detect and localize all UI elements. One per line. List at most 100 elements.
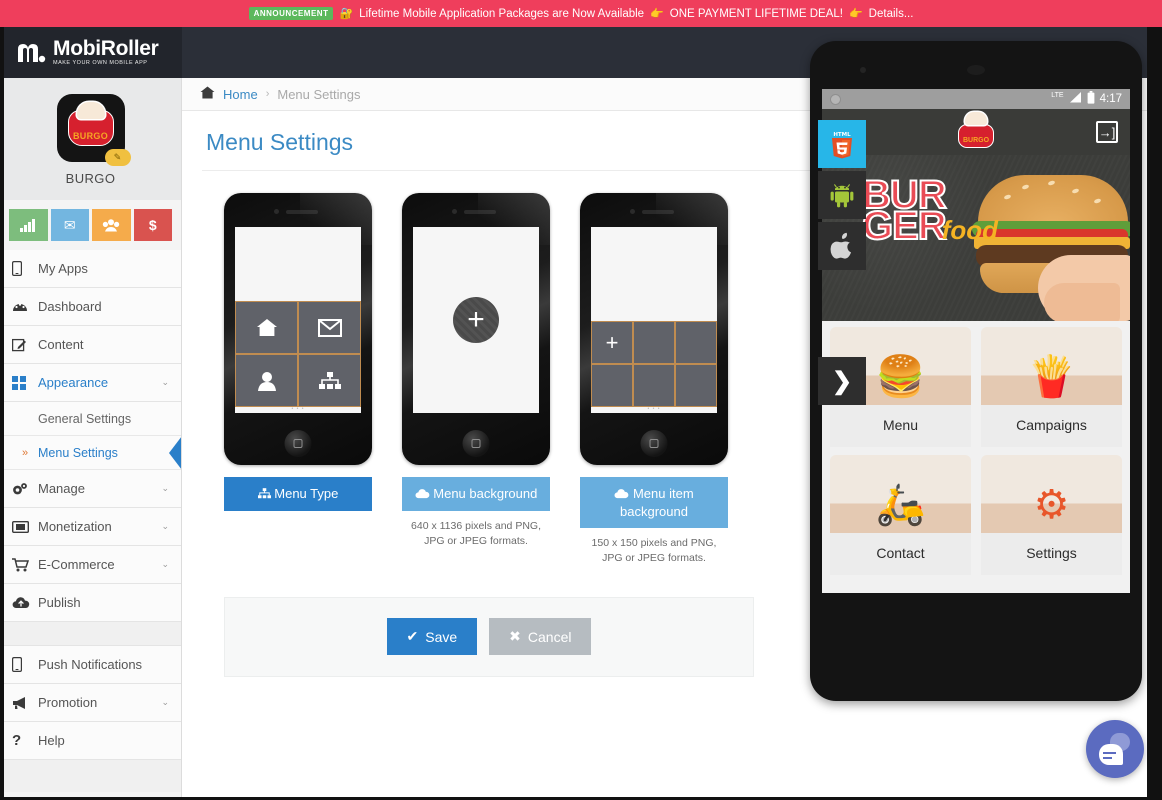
camera-icon <box>452 209 457 214</box>
menu-tile-campaigns[interactable]: 🍟 Campaigns <box>981 327 1122 447</box>
menu-tile-settings[interactable]: ⚙ Settings <box>981 455 1122 575</box>
svg-text:HTML: HTML <box>833 132 851 138</box>
pointing-hand-icon: 👉 <box>650 8 664 20</box>
announcement-badge: ANNOUNCEMENT <box>248 7 334 20</box>
menu-tile-contact[interactable]: 🛵 Contact <box>830 455 971 575</box>
cloud-icon <box>415 486 434 501</box>
home-button-icon <box>640 430 668 457</box>
menu-tile-image: 🍟 <box>981 327 1122 405</box>
sidebar-divider <box>0 622 181 646</box>
signal-icon <box>1069 92 1082 106</box>
announcement-bar[interactable]: ANNOUNCEMENT 🔐 Lifetime Mobile Applicati… <box>0 0 1162 27</box>
menu-type-button[interactable]: Menu Type <box>224 477 372 511</box>
phone-mockup: • • • <box>224 193 372 465</box>
sidebar-bottom-spacer <box>0 760 181 792</box>
breadcrumb-separator: › <box>265 88 270 100</box>
android-icon[interactable] <box>818 171 866 219</box>
chevron-down-icon: ⌄ <box>161 521 169 531</box>
apple-icon[interactable] <box>818 222 866 270</box>
chevron-down-icon: ⌄ <box>161 697 169 707</box>
sidebar-item-label: Promotion <box>38 695 98 710</box>
pagination-dots: • • • <box>647 406 661 412</box>
mobiroller-logo-icon <box>16 42 46 64</box>
menu-tile-label: Settings <box>1026 545 1077 561</box>
app-logo-word: BURGO <box>73 131 108 141</box>
sidebar-item-content[interactable]: Content <box>0 326 181 364</box>
sidebar-item-ecommerce[interactable]: E-Commerce ⌄ <box>0 546 181 584</box>
window-edge-right <box>1147 27 1162 800</box>
form-action-bar: ✔ Save ✖ Cancel <box>224 596 754 677</box>
menu-grid-2x2 <box>235 301 361 407</box>
sidebar-item-help[interactable]: ? Help <box>0 722 181 760</box>
sidebar-item-dashboard[interactable]: Dashboard <box>0 288 181 326</box>
app-menu-grid: 🍔 Menu 🍟 Campaigns 🛵 Contact ⚙ Settings <box>822 321 1130 593</box>
megaphone-icon <box>12 696 38 710</box>
menu-cell-empty <box>592 365 632 406</box>
hero-line-2: GER <box>861 203 948 248</box>
edit-square-icon <box>12 338 38 352</box>
clock-label: 4:17 <box>1099 93 1122 105</box>
sidebar-item-publish[interactable]: Publish <box>0 584 181 622</box>
sidebar: BURGO ✎ BURGO ✉ $ My Apps Dashboard Cont… <box>0 78 182 800</box>
envelope-icon[interactable]: ✉ <box>50 209 89 241</box>
exit-icon[interactable]: →] <box>1096 121 1118 143</box>
card-menu-type: • • • Menu Type <box>224 193 372 511</box>
hero-line-3: food <box>941 214 998 245</box>
cancel-button[interactable]: ✖ Cancel <box>489 618 592 656</box>
breadcrumb-current: Menu Settings <box>277 86 361 102</box>
users-icon[interactable] <box>92 209 131 241</box>
camera-icon <box>630 209 635 214</box>
sidebar-item-label: Manage <box>38 481 85 496</box>
bar-chart-icon[interactable] <box>9 209 48 241</box>
sidebar-submenu: General Settings » Menu Settings <box>0 402 181 470</box>
cloud-upload-icon <box>12 596 38 609</box>
times-icon: ✖ <box>509 628 521 645</box>
device-preview-panel: HTML ❯ LTE 4:17 BURGO →] BUR GERfood 🍔 M… <box>810 27 1162 800</box>
scooter-icon: 🛵 <box>875 483 926 527</box>
sidebar-item-label: Appearance <box>38 375 109 390</box>
menu-cell-profile <box>236 355 297 406</box>
submenu-bullet: » <box>22 446 29 459</box>
save-button[interactable]: ✔ Save <box>386 618 478 656</box>
nav-list: My Apps Dashboard Content Appearance ⌄ G… <box>0 250 181 792</box>
menu-item-background-button[interactable]: Menu item background <box>580 477 728 529</box>
lock-icon: 🔐 <box>339 8 354 20</box>
dashboard-icon <box>12 300 38 313</box>
menu-tile-label: Menu <box>882 417 919 433</box>
chevron-right-icon[interactable]: ❯ <box>818 357 866 405</box>
app-header-bar: BURGO →] <box>822 109 1130 155</box>
sidebar-item-my-apps[interactable]: My Apps <box>0 250 181 288</box>
announcement-details-link[interactable]: Details... <box>869 8 914 20</box>
upload-plus-icon[interactable]: + <box>453 297 499 343</box>
status-indicators: LTE 4:17 <box>1051 91 1122 107</box>
brand-logo[interactable]: MobiRoller MAKE YOUR OWN MOBILE APP <box>0 27 182 78</box>
dollar-icon[interactable]: $ <box>133 209 172 241</box>
chat-widget-button[interactable] <box>1086 720 1144 778</box>
burgo-app-logo[interactable]: BURGO ✎ <box>56 94 131 166</box>
pencil-icon[interactable]: ✎ <box>104 149 131 166</box>
phone-screen[interactable]: + <box>413 227 539 413</box>
upload-plus-icon[interactable]: + <box>592 322 632 363</box>
sitemap-icon <box>257 486 275 501</box>
menu-background-button[interactable]: Menu background <box>402 477 550 511</box>
sidebar-item-push-notifications[interactable]: Push Notifications <box>0 646 181 684</box>
sidebar-item-label: My Apps <box>38 261 88 276</box>
chevron-down-icon: ⌄ <box>161 559 169 569</box>
cancel-button-label: Cancel <box>527 628 572 645</box>
burger-icon: 🍔 <box>875 355 926 399</box>
sidebar-item-manage[interactable]: Manage ⌄ <box>0 470 181 508</box>
html5-icon[interactable]: HTML <box>818 120 866 168</box>
gears-icon <box>12 482 38 496</box>
sidebar-item-monetization[interactable]: Monetization ⌄ <box>0 508 181 546</box>
breadcrumb-home-link[interactable]: Home <box>223 87 258 102</box>
menu-cell-sitemap <box>299 355 360 406</box>
sidebar-item-general-settings[interactable]: General Settings <box>0 402 181 436</box>
card-menu-item-background: + • • • Menu item background 150 x 150 p… <box>580 193 728 567</box>
sidebar-item-menu-settings[interactable]: » Menu Settings <box>0 436 181 470</box>
sidebar-item-appearance[interactable]: Appearance ⌄ <box>0 364 181 402</box>
announcement-text: Lifetime Mobile Application Packages are… <box>359 7 645 20</box>
mobile-icon <box>12 657 38 672</box>
sidebar-item-label: Content <box>38 337 84 352</box>
phone-screen: + • • • <box>591 227 717 413</box>
sidebar-item-promotion[interactable]: Promotion ⌄ <box>0 684 181 722</box>
